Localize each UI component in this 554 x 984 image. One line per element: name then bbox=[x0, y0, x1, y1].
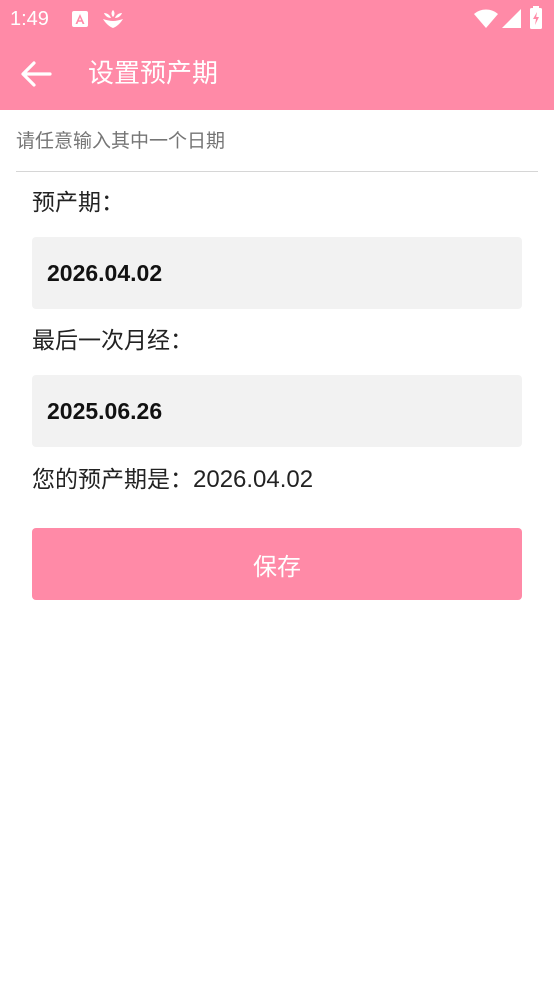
due-date-value: 2026.04.02 bbox=[47, 260, 163, 286]
due-date-field[interactable]: 2026.04.02 bbox=[32, 237, 522, 309]
result-label: 您的预产期是： bbox=[32, 467, 193, 493]
status-bar: 1:49 bbox=[0, 0, 554, 38]
last-period-field[interactable]: 2025.06.26 bbox=[32, 375, 522, 447]
page-title: 设置预产期 bbox=[88, 59, 219, 89]
save-button[interactable]: 保存 bbox=[32, 528, 522, 600]
app-bar: 设置预产期 bbox=[0, 38, 554, 110]
wifi-icon bbox=[474, 9, 498, 28]
result-value: 2026.04.02 bbox=[193, 466, 314, 493]
text-a-icon bbox=[72, 11, 88, 27]
save-button-label: 保存 bbox=[253, 552, 301, 581]
back-button[interactable] bbox=[12, 50, 60, 98]
signal-icon bbox=[502, 9, 521, 28]
last-period-label: 最后一次月经： bbox=[32, 328, 193, 354]
status-time: 1:49 bbox=[10, 8, 49, 30]
due-date-label: 预产期： bbox=[32, 190, 124, 216]
due-date-result: 您的预产期是：2026.04.02 bbox=[32, 464, 313, 496]
arrow-back-icon bbox=[21, 61, 52, 87]
last-period-value: 2025.06.26 bbox=[47, 398, 163, 424]
battery-icon bbox=[530, 6, 542, 29]
hint-text: 请任意输入其中一个日期 bbox=[16, 130, 226, 152]
divider bbox=[16, 171, 538, 172]
app-flower-icon bbox=[103, 10, 123, 28]
